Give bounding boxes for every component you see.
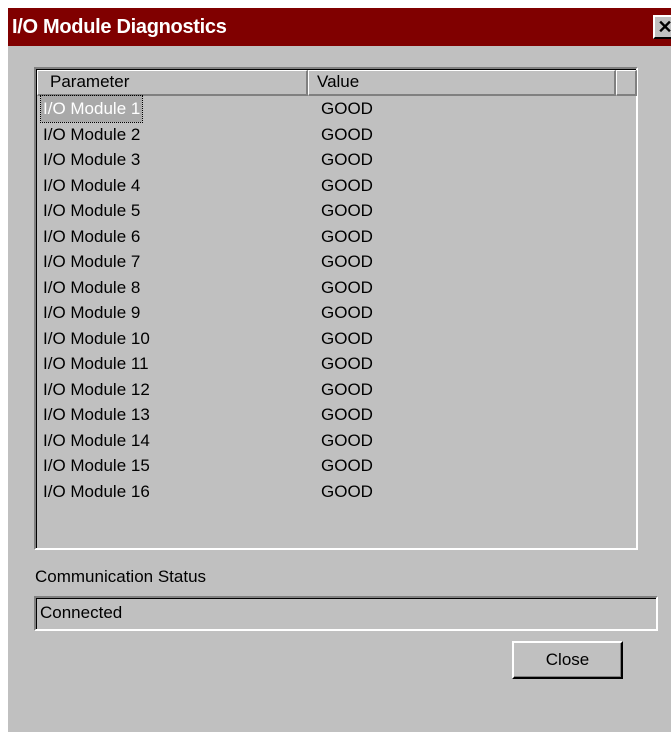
- table-row[interactable]: I/O Module 12 GOOD: [37, 377, 637, 403]
- table-row[interactable]: I/O Module 4 GOOD: [37, 173, 637, 199]
- column-header-value[interactable]: Value: [308, 70, 616, 96]
- table-row[interactable]: I/O Module 14 GOOD: [37, 428, 637, 454]
- table-row[interactable]: I/O Module 7 GOOD: [37, 249, 637, 275]
- row-value: GOOD: [321, 277, 373, 297]
- row-value: GOOD: [321, 150, 373, 169]
- row-value: GOOD: [321, 226, 373, 246]
- row-parameter: I/O Module 5: [43, 201, 141, 220]
- row-value: GOOD: [321, 405, 373, 424]
- row-value: GOOD: [321, 124, 373, 144]
- row-parameter: I/O Module 13: [43, 405, 150, 424]
- row-value: GOOD: [321, 379, 373, 399]
- communication-status-value: Connected: [36, 598, 656, 629]
- row-value: GOOD: [321, 303, 373, 322]
- row-parameter: I/O Module 7: [43, 252, 141, 271]
- table-row[interactable]: I/O Module 2 GOOD: [37, 122, 637, 148]
- diagnostics-list[interactable]: Parameter Value I/O Module 1 GOOD I/O Modu…: [34, 67, 638, 550]
- close-button[interactable]: Close: [512, 641, 623, 679]
- row-parameter: I/O Module 16: [43, 481, 150, 501]
- row-parameter: I/O Module 1: [39, 95, 144, 123]
- communication-status-label: Communication Status: [35, 567, 207, 586]
- dialog-window: I/O Module Diagnostics ✕ Parameter Value…: [8, 8, 671, 732]
- close-icon[interactable]: ✕: [653, 15, 671, 39]
- row-parameter: I/O Module 11: [43, 354, 149, 373]
- row-parameter: I/O Module 4: [43, 175, 141, 195]
- window-title: I/O Module Diagnostics: [12, 16, 227, 38]
- title-bar[interactable]: I/O Module Diagnostics ✕: [8, 8, 671, 46]
- table-row[interactable]: I/O Module 3 GOOD: [37, 147, 637, 173]
- row-value: GOOD: [321, 328, 373, 348]
- table-row[interactable]: I/O Module 11 GOOD: [37, 351, 637, 377]
- row-value: GOOD: [321, 481, 373, 501]
- row-parameter: I/O Module 8: [43, 277, 141, 297]
- row-parameter: I/O Module 9: [43, 303, 141, 322]
- row-parameter: I/O Module 15: [43, 456, 150, 475]
- table-row[interactable]: I/O Module 10 GOOD: [37, 326, 637, 352]
- row-parameter: I/O Module 10: [43, 328, 150, 348]
- communication-status-field: Connected: [34, 596, 658, 631]
- row-value: GOOD: [321, 456, 373, 475]
- column-header-parameter[interactable]: Parameter: [37, 70, 308, 96]
- column-header-filler: [616, 70, 637, 96]
- row-parameter: I/O Module 3: [43, 150, 141, 169]
- row-value: GOOD: [321, 201, 373, 220]
- row-parameter: I/O Module 14: [43, 430, 150, 450]
- row-value: GOOD: [321, 354, 373, 373]
- row-value: GOOD: [321, 430, 373, 450]
- table-row[interactable]: I/O Module 9 GOOD: [37, 300, 637, 326]
- list-header: Parameter Value: [37, 70, 637, 96]
- row-parameter: I/O Module 2: [43, 124, 141, 144]
- row-value: GOOD: [321, 175, 373, 195]
- row-parameter: I/O Module 12: [43, 379, 150, 399]
- table-row[interactable]: I/O Module 8 GOOD: [37, 275, 637, 301]
- row-parameter: I/O Module 6: [43, 226, 141, 246]
- list-rows: I/O Module 1 GOOD I/O Module 2 GOOD I/O Modu…: [37, 95, 637, 505]
- table-row[interactable]: I/O Module 5 GOOD: [37, 198, 637, 224]
- table-row[interactable]: I/O Module 6 GOOD: [37, 224, 637, 250]
- row-value: GOOD: [321, 99, 373, 118]
- table-row[interactable]: I/O Module 13 GOOD: [37, 402, 637, 428]
- table-row[interactable]: I/O Module 1 GOOD: [37, 95, 637, 123]
- row-value: GOOD: [321, 252, 373, 271]
- table-row[interactable]: I/O Module 16 GOOD: [37, 479, 637, 505]
- table-row[interactable]: I/O Module 15 GOOD: [37, 453, 637, 479]
